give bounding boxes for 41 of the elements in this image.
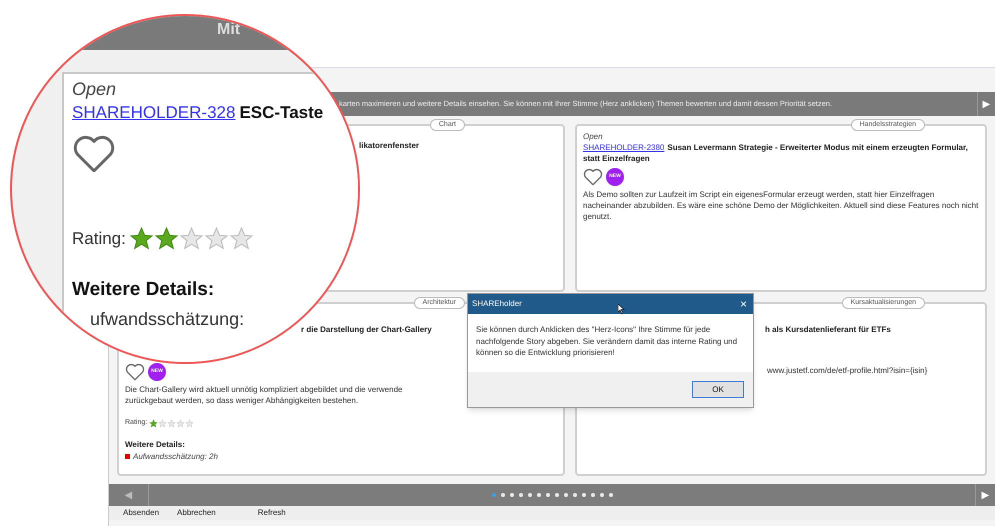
zoomed-details-heading: Weitere Details: xyxy=(72,278,216,302)
header-text: Mit xyxy=(217,20,240,40)
star-icon[interactable] xyxy=(158,418,168,428)
heart-icon[interactable] xyxy=(72,134,116,172)
star-icon[interactable] xyxy=(204,226,229,252)
next-button[interactable]: ▶ xyxy=(977,92,995,116)
close-button[interactable]: × xyxy=(738,298,749,310)
star-icon[interactable] xyxy=(167,418,176,428)
toolbar-button[interactable]: Abbrechen xyxy=(175,508,218,518)
story-title: r die Darstellung der Chart-Gallery xyxy=(301,324,432,335)
heart-icon[interactable] xyxy=(125,363,145,381)
star-icon[interactable] xyxy=(228,226,254,252)
heart-icon[interactable] xyxy=(583,168,603,186)
star-icon[interactable] xyxy=(178,226,204,252)
toolbar-button[interactable]: Absenden xyxy=(121,508,162,518)
details-heading: Weitere Details: xyxy=(125,438,186,450)
story-title: SHAREHOLDER-2380 Susan Levermann Strategie - Erweiterter Modus mit einem erzeugten Formular, statt Einzelfragen xyxy=(583,142,969,164)
story-text: zurückgebaut werden, so dass weniger Abhängigkeiten bestehen. xyxy=(125,395,360,406)
star-icon[interactable] xyxy=(128,226,154,252)
zoomed-story-title: ESC-Taste xyxy=(239,102,324,124)
status-text: Open xyxy=(583,132,604,142)
zoomed-story-link[interactable]: SHAREHOLDER-328 xyxy=(72,100,236,126)
story-title: likatorenfenster xyxy=(359,140,420,151)
zoomed-rating-label: Rating: xyxy=(72,228,126,250)
dialog-title: SHAREholder xyxy=(472,298,522,310)
ok-button[interactable]: OK xyxy=(692,381,744,398)
detail-text: Aufwandsschätzung: 2h xyxy=(133,450,218,462)
story-text: Als Demo sollten zur Laufzeit im Script ein eigenesFormular erzeugt werden, statt hier Einzelfragen nacheinander abzubilden. Es wäre eine schöne Demo der Möglichkeiten. Aktuell sind diese Features noch nicht genutzt. xyxy=(583,189,979,222)
story-title: h als Kursdatenlieferant für ETFs xyxy=(765,324,891,335)
story-text: Die Chart-Gallery wird aktuell unnötig kompliziert abgebildet und die verwende xyxy=(125,384,404,395)
zoomed-detail-text: ufwandsschätzung: xyxy=(90,308,244,332)
story-link[interactable]: SHAREHOLDER-2380 xyxy=(583,143,664,152)
star-icon[interactable] xyxy=(154,226,179,252)
toolbar-button[interactable]: Refresh xyxy=(256,508,288,518)
zoomed-status: Open xyxy=(72,78,118,100)
star-icon[interactable] xyxy=(176,418,186,428)
url-text: www.justetf.com/de/etf-profile.html?isin={isin} xyxy=(767,365,928,377)
mouse-cursor-icon xyxy=(618,304,625,314)
dialog-message: Sie können durch Anklicken des "Herz-Icons" Ihre Stimme für jede nachfolgende Story abgeben. Sie verändern damit das interne Rating und können so die Entwicklung priorisieren! xyxy=(475,324,738,359)
star-icon[interactable] xyxy=(149,418,158,428)
star-icon[interactable] xyxy=(185,418,194,428)
